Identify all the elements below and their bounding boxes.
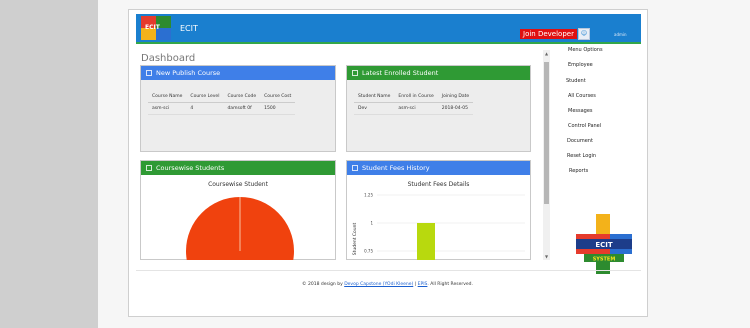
coursewise-pie-chart: [186, 197, 294, 260]
y-axis-label: Student Count: [352, 223, 358, 256]
table-cell: damsoft 0f: [223, 102, 261, 115]
panel-header: New Publish Course: [141, 66, 335, 80]
panel-header: Student Fees History: [347, 161, 530, 175]
logo-top-text: ECIT: [595, 241, 613, 249]
column-header: Course Cost: [260, 91, 296, 103]
dashboard-content: Dashboard New Publish Course Course Name…: [136, 48, 551, 260]
table-row[interactable]: asm-sci 4 damsoft 0f 1500: [148, 102, 296, 115]
footer-divider: [136, 270, 641, 271]
publish-course-table: Course Name Course Level Course Code Cou…: [148, 91, 296, 115]
user-icon[interactable]: ☺: [578, 28, 590, 40]
scroll-up-icon[interactable]: ▲: [543, 51, 550, 56]
student-fees-history-panel: Student Fees History Student Fees Detail…: [346, 160, 531, 260]
scroll-down-icon[interactable]: ▼: [543, 254, 550, 259]
y-tick-label: 1: [370, 221, 373, 226]
column-header: Course Level: [186, 91, 224, 103]
panel-header: Coursewise Students: [141, 161, 335, 175]
user-menu-link[interactable]: admin: [614, 32, 627, 37]
join-developer-button[interactable]: Join Developer: [520, 29, 577, 39]
bar[interactable]: [417, 223, 435, 260]
sidebar-item-all-courses[interactable]: All Courses: [568, 93, 596, 99]
panel-icon: [352, 70, 358, 76]
top-header: ECIT ECIT Join Developer ☺ admin: [136, 14, 641, 44]
column-header: Course Code: [223, 91, 261, 103]
y-tick-label: 1.25: [364, 193, 373, 198]
panel-title: Latest Enrolled Student: [362, 69, 439, 77]
footer-author-link[interactable]: Devop Capstone (YOdi Kleene): [344, 282, 413, 287]
table-cell: Dev: [354, 102, 395, 115]
column-header: Course Name: [148, 91, 187, 103]
logo-text: ECIT: [145, 24, 160, 31]
footer: © 2018 design by Devop Capstone (YOdi Kl…: [130, 282, 645, 287]
column-header: Enroll in Course: [394, 91, 438, 103]
table-cell: 1500: [260, 102, 296, 115]
enrolled-student-table: Student Name Enroll in Course Joining Da…: [354, 91, 474, 115]
app-logo-icon[interactable]: ECIT: [141, 16, 171, 40]
main-scrollbar[interactable]: ▲ ▼: [543, 50, 550, 260]
panel-icon: [146, 165, 152, 171]
sidebar-item-document[interactable]: Document: [567, 138, 593, 144]
panel-title: Student Fees History: [362, 164, 430, 172]
panel-title: Coursewise Students: [156, 164, 225, 172]
app-title[interactable]: ECIT: [180, 24, 198, 33]
sidebar-item-reports[interactable]: Reports: [569, 168, 588, 174]
sidebar-item-student[interactable]: Student: [566, 78, 586, 84]
table-row[interactable]: Dev asm-sci 2018-04-05: [354, 102, 474, 115]
footer-org-link[interactable]: EPIS: [418, 282, 428, 287]
chart-title: Coursewise Student: [208, 181, 268, 188]
footer-suffix: . All Right Reserved.: [427, 282, 473, 287]
column-header: Student Name: [354, 91, 395, 103]
table-cell: asm-sci: [148, 102, 187, 115]
scroll-thumb[interactable]: [544, 62, 549, 204]
table-cell: 4: [186, 102, 224, 115]
table-header-row: Course Name Course Level Course Code Cou…: [148, 91, 296, 103]
page-title: Dashboard: [141, 53, 196, 64]
logo-bottom-text: SYSTEM: [593, 257, 616, 263]
table-header-row: Student Name Enroll in Course Joining Da…: [354, 91, 474, 103]
coursewise-students-panel: Coursewise Students Coursewise Student: [140, 160, 336, 260]
panel-icon: [352, 165, 358, 171]
panel-header: Latest Enrolled Student: [347, 66, 530, 80]
chart-title: Student Fees Details: [407, 181, 470, 188]
sidebar-item-menu-options[interactable]: Menu Options: [568, 47, 603, 53]
sidebar-item-messages[interactable]: Messages: [568, 108, 593, 114]
table-cell: asm-sci: [394, 102, 438, 115]
footer-separator: |: [414, 282, 417, 287]
panel-title: New Publish Course: [156, 69, 221, 77]
panel-icon: [146, 70, 152, 76]
new-publish-course-panel: New Publish Course Course Name Course Le…: [140, 65, 336, 152]
sidebar-item-employee[interactable]: Employee: [568, 62, 593, 68]
fees-bar-chart: 1.2510.750.5Student Count: [352, 193, 525, 260]
sidebar-item-reset-login[interactable]: Reset Login: [567, 153, 596, 159]
ecit-system-logo-icon: ECIT SYSTEM: [576, 214, 632, 274]
column-header: Joining Date: [437, 91, 474, 103]
y-tick-label: 0.75: [364, 249, 373, 254]
footer-prefix: © 2018 design by: [302, 282, 343, 287]
sidebar-item-control-panel[interactable]: Control Panel: [568, 123, 601, 129]
latest-enrolled-student-panel: Latest Enrolled Student Student Name Enr…: [346, 65, 531, 152]
left-gutter: [0, 0, 98, 328]
table-cell: 2018-04-05: [437, 102, 474, 115]
